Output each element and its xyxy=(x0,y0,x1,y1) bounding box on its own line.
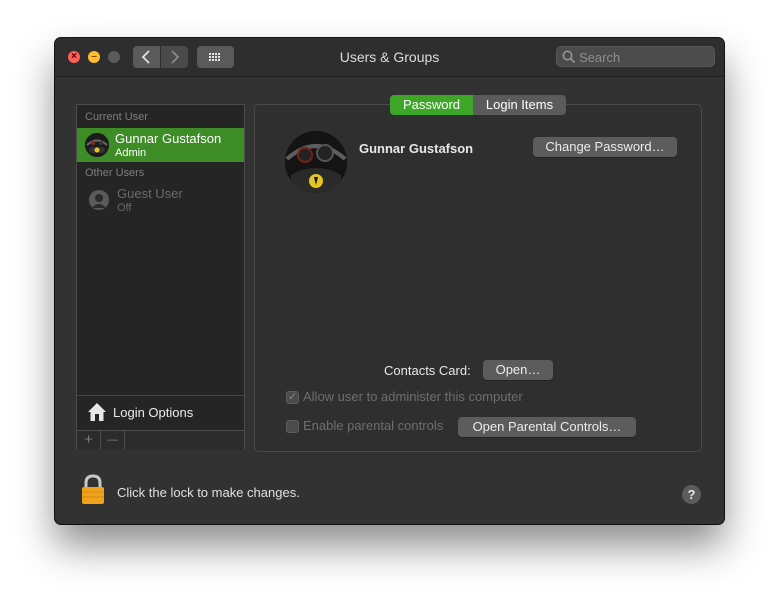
users-sidebar: Current User Gunnar Gustafson Admin Othe… xyxy=(76,104,245,450)
contacts-card-label: Contacts Card: xyxy=(384,363,471,378)
add-user-button[interactable]: + xyxy=(77,431,101,450)
user-full-name: Gunnar Gustafson xyxy=(359,141,474,156)
login-options-item[interactable]: Login Options xyxy=(77,395,244,430)
current-user-name: Gunnar Gustafson xyxy=(115,131,222,146)
current-user-role: Admin xyxy=(115,147,147,159)
guest-user-icon xyxy=(89,190,109,210)
lock-icon[interactable] xyxy=(81,474,105,506)
sidebar-footer: + — xyxy=(77,430,244,450)
tab-login-items[interactable]: Login Items xyxy=(473,95,566,115)
open-contacts-card-button[interactable]: Open… xyxy=(483,360,553,380)
parental-controls-checkbox[interactable] xyxy=(286,420,299,433)
avatar-icon xyxy=(85,133,109,157)
sidebar-item-guest-user[interactable]: Guest User Off xyxy=(77,183,244,217)
sidebar-item-current-user[interactable]: Gunnar Gustafson Admin xyxy=(77,128,244,162)
parental-controls-label: Enable parental controls xyxy=(303,418,444,433)
search-field[interactable]: Search xyxy=(556,46,715,67)
guest-user-name: Guest User xyxy=(117,186,183,201)
change-password-button[interactable]: Change Password… xyxy=(533,137,677,157)
remove-user-button[interactable]: — xyxy=(101,431,125,450)
search-icon xyxy=(562,50,576,64)
help-button[interactable]: ? xyxy=(682,485,701,504)
search-placeholder: Search xyxy=(579,50,621,65)
title-bar: × – Users & Groups Search xyxy=(55,38,724,77)
lock-message: Click the lock to make changes. xyxy=(117,485,300,500)
current-user-header: Current User xyxy=(85,111,148,123)
user-picture[interactable] xyxy=(285,131,347,193)
guest-user-status: Off xyxy=(117,202,132,214)
login-options-label: Login Options xyxy=(113,405,194,420)
allow-admin-checkbox[interactable] xyxy=(286,390,299,404)
other-users-header: Other Users xyxy=(85,167,145,179)
tab-password[interactable]: Password xyxy=(390,95,473,115)
open-parental-controls-button[interactable]: Open Parental Controls… xyxy=(458,417,636,437)
users-groups-window: × – Users & Groups Search Current User G… xyxy=(55,38,724,524)
allow-admin-label: Allow user to administer this computer xyxy=(303,389,523,404)
house-icon xyxy=(88,403,106,421)
